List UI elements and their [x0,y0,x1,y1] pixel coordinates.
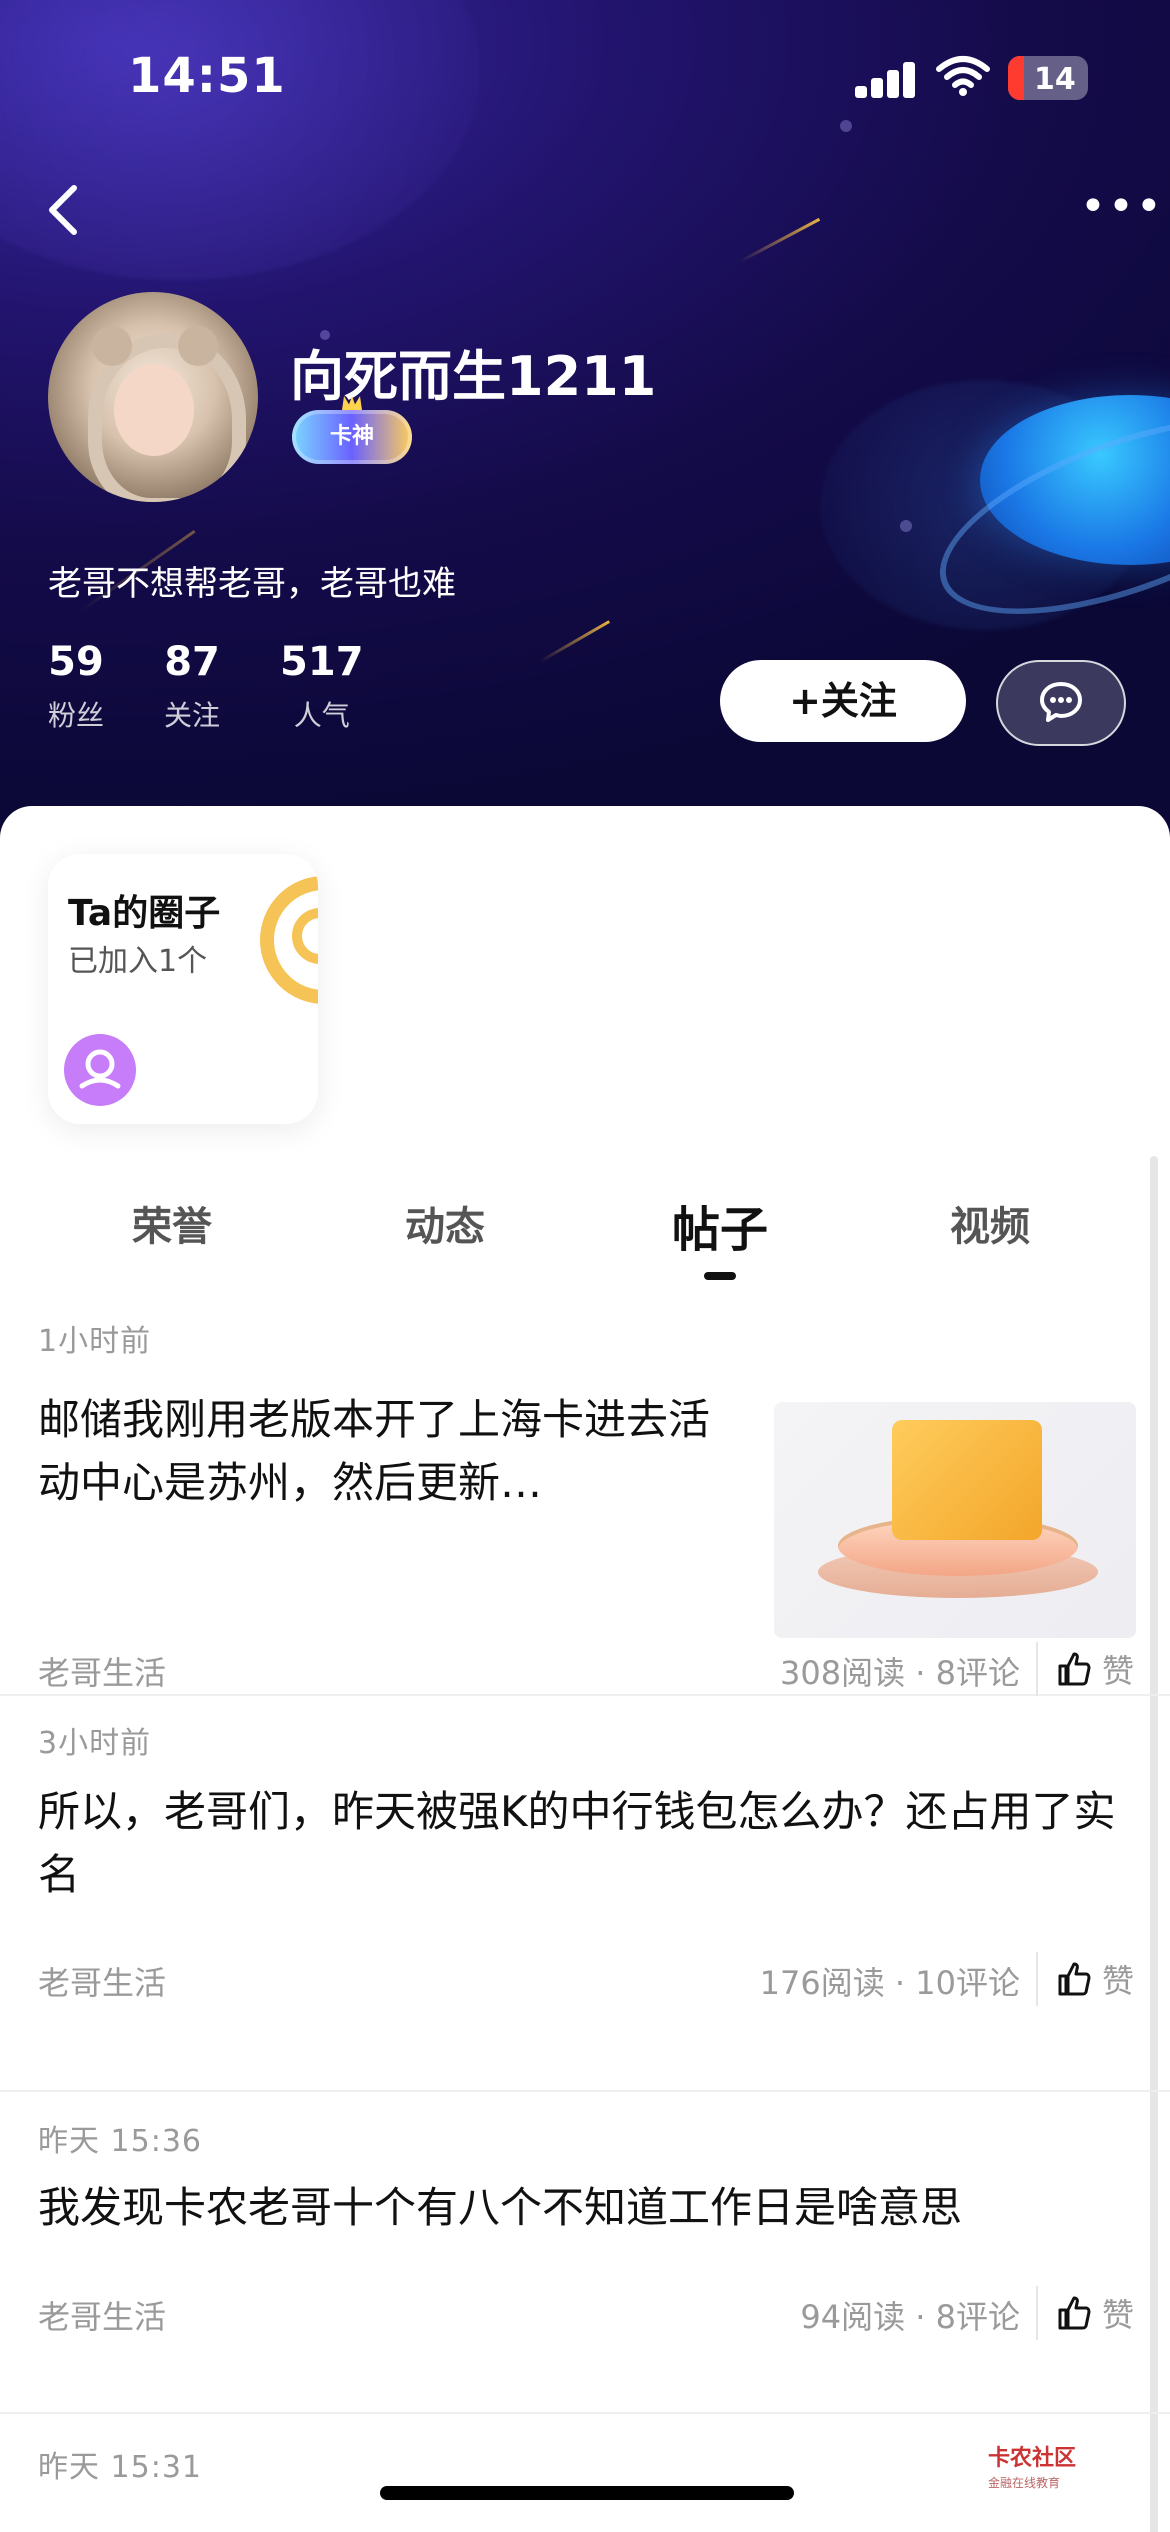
battery-percent: 14 [1034,62,1076,97]
thumbnail-giftbox [892,1420,1042,1540]
content-sheet: Ta的圈子 已加入1个 荣誉 动态 帖子 视频 1小时前 邮储我刚用老版本开了上… [0,806,1170,2532]
post-time: 3小时前 [38,1726,152,1761]
post-title[interactable]: 所以，老哥们，昨天被强K的中行钱包怎么办？还占用了实名 [38,1780,1118,1906]
badge-text: 卡神 [329,424,374,449]
like-label: 赞 [1101,1962,1134,2000]
like-button[interactable]: 赞 [1054,1646,1134,1692]
like-button[interactable]: 赞 [1054,2290,1134,2336]
avatar-face [114,364,194,456]
meteor-decoration [539,620,611,663]
status-time: 14:51 [128,48,286,104]
user-bio: 老哥不想帮老哥，老哥也难 [48,564,456,604]
avatar[interactable] [48,292,258,502]
circle-card[interactable]: Ta的圈子 已加入1个 [48,854,318,1124]
profile-stats: 59 粉丝 87 关注 517 人气 [48,640,364,734]
battery-indicator: 14 [1008,56,1088,100]
star-decoration [900,520,912,532]
dot-separator: · [915,2298,936,2336]
post-stats: 176阅读 · 10评论 [760,1958,1020,2004]
circle-card-subtitle: 已加入1个 [68,944,208,979]
avatar-ear [92,326,132,366]
group-icon-glyph [79,1049,121,1089]
tab-honor[interactable]: 荣誉 [132,1194,212,1252]
tab-videos[interactable]: 视频 [950,1194,1030,1252]
more-options-icon[interactable]: ••• [1080,185,1162,229]
circle-card-title: Ta的圈子 [68,893,221,934]
post-thumbnail[interactable] [774,1402,1136,1638]
tab-activity[interactable]: 动态 [405,1194,485,1252]
crown-icon [342,396,362,410]
thumbs-up-icon [1058,2296,1091,2330]
post-comments: 8评论 [935,1654,1020,1692]
post-stats: 94阅读 · 8评论 [800,2292,1020,2338]
post-comments: 8评论 [935,2298,1020,2336]
tab-posts[interactable]: 帖子 [672,1190,768,1260]
stat-popularity: 517 人气 [280,640,364,734]
avatar-ear [178,326,218,366]
profile-tabs: 荣誉 动态 帖子 视频 [0,1194,1170,1294]
stat-number: 59 [48,639,104,685]
post-title[interactable]: 我发现卡农老哥十个有八个不知道工作日是啥意思 [38,2176,1138,2239]
post-time: 1小时前 [38,1324,152,1359]
vertical-divider [1036,2286,1038,2340]
post-list: 1小时前 邮储我刚用老版本开了上海卡进去活动中心是苏州，然后更新… 老哥生活 3… [0,1316,1170,2532]
like-label: 赞 [1101,1652,1134,1690]
circle-decoration-icon [260,876,318,1004]
cellular-signal-icon [855,58,917,98]
vertical-divider [1036,1642,1038,1696]
post-reads: 308阅读 [780,1654,906,1692]
watermark-title: 卡农社区 [988,2446,1077,2471]
status-bar: 14:51 14 [0,0,1170,150]
stat-label: 关注 [164,699,221,732]
back-icon[interactable] [36,180,96,240]
dot-separator: · [894,1964,916,2002]
home-indicator[interactable] [380,2486,794,2500]
post-category[interactable]: 老哥生活 [38,1958,166,2004]
wifi-icon [936,56,990,96]
stat-number: 517 [280,639,364,685]
app-root: 14:51 14 ••• 向死而生1211 卡神 老哥不想帮老哥，老哥也难 59… [0,0,1170,2532]
stat-number: 87 [164,639,220,685]
group-icon[interactable] [64,1034,136,1106]
post-time: 昨天 15:36 [38,2124,202,2159]
user-level-badge: 卡神 [292,396,412,464]
thumbs-up-icon [1058,1652,1091,1686]
post-comments: 10评论 [915,1964,1020,2002]
message-button[interactable] [996,660,1126,746]
follow-button[interactable]: +关注 [720,660,966,742]
thumbs-up-icon [1058,1962,1091,1996]
watermark-subtitle: 金融在线教育 [988,2476,1061,2490]
battery-level [1008,56,1024,100]
tab-underline [704,1272,736,1280]
watermark-logo: 卡农社区 金融在线教育 [988,2440,1076,2491]
dot-separator: · [915,1654,936,1692]
post-category[interactable]: 老哥生活 [38,2292,166,2338]
post-stats: 308阅读 · 8评论 [780,1648,1020,1694]
chat-icon [1040,682,1082,722]
vertical-divider [1036,1952,1038,2006]
post-item[interactable]: 1小时前 邮储我刚用老版本开了上海卡进去活动中心是苏州，然后更新… 老哥生活 3… [0,1316,1170,1696]
post-category[interactable]: 老哥生活 [38,1648,166,1694]
like-label: 赞 [1101,2296,1134,2334]
like-button[interactable]: 赞 [1054,1956,1134,2002]
post-reads: 94阅读 [800,2298,906,2336]
post-item[interactable]: 3小时前 所以，老哥们，昨天被强K的中行钱包怎么办？还占用了实名 老哥生活 17… [0,1714,1170,2092]
meteor-decoration [739,217,821,263]
stat-following[interactable]: 87 关注 [164,640,220,734]
post-item[interactable]: 昨天 15:36 我发现卡农老哥十个有八个不知道工作日是啥意思 老哥生活 94阅… [0,2110,1170,2414]
stat-label: 人气 [293,699,350,732]
stat-followers[interactable]: 59 粉丝 [48,640,104,734]
post-reads: 176阅读 [759,1964,885,2002]
post-title[interactable]: 邮储我刚用老版本开了上海卡进去活动中心是苏州，然后更新… [38,1388,738,1514]
post-time: 昨天 15:31 [38,2450,202,2485]
stat-label: 粉丝 [48,699,105,732]
